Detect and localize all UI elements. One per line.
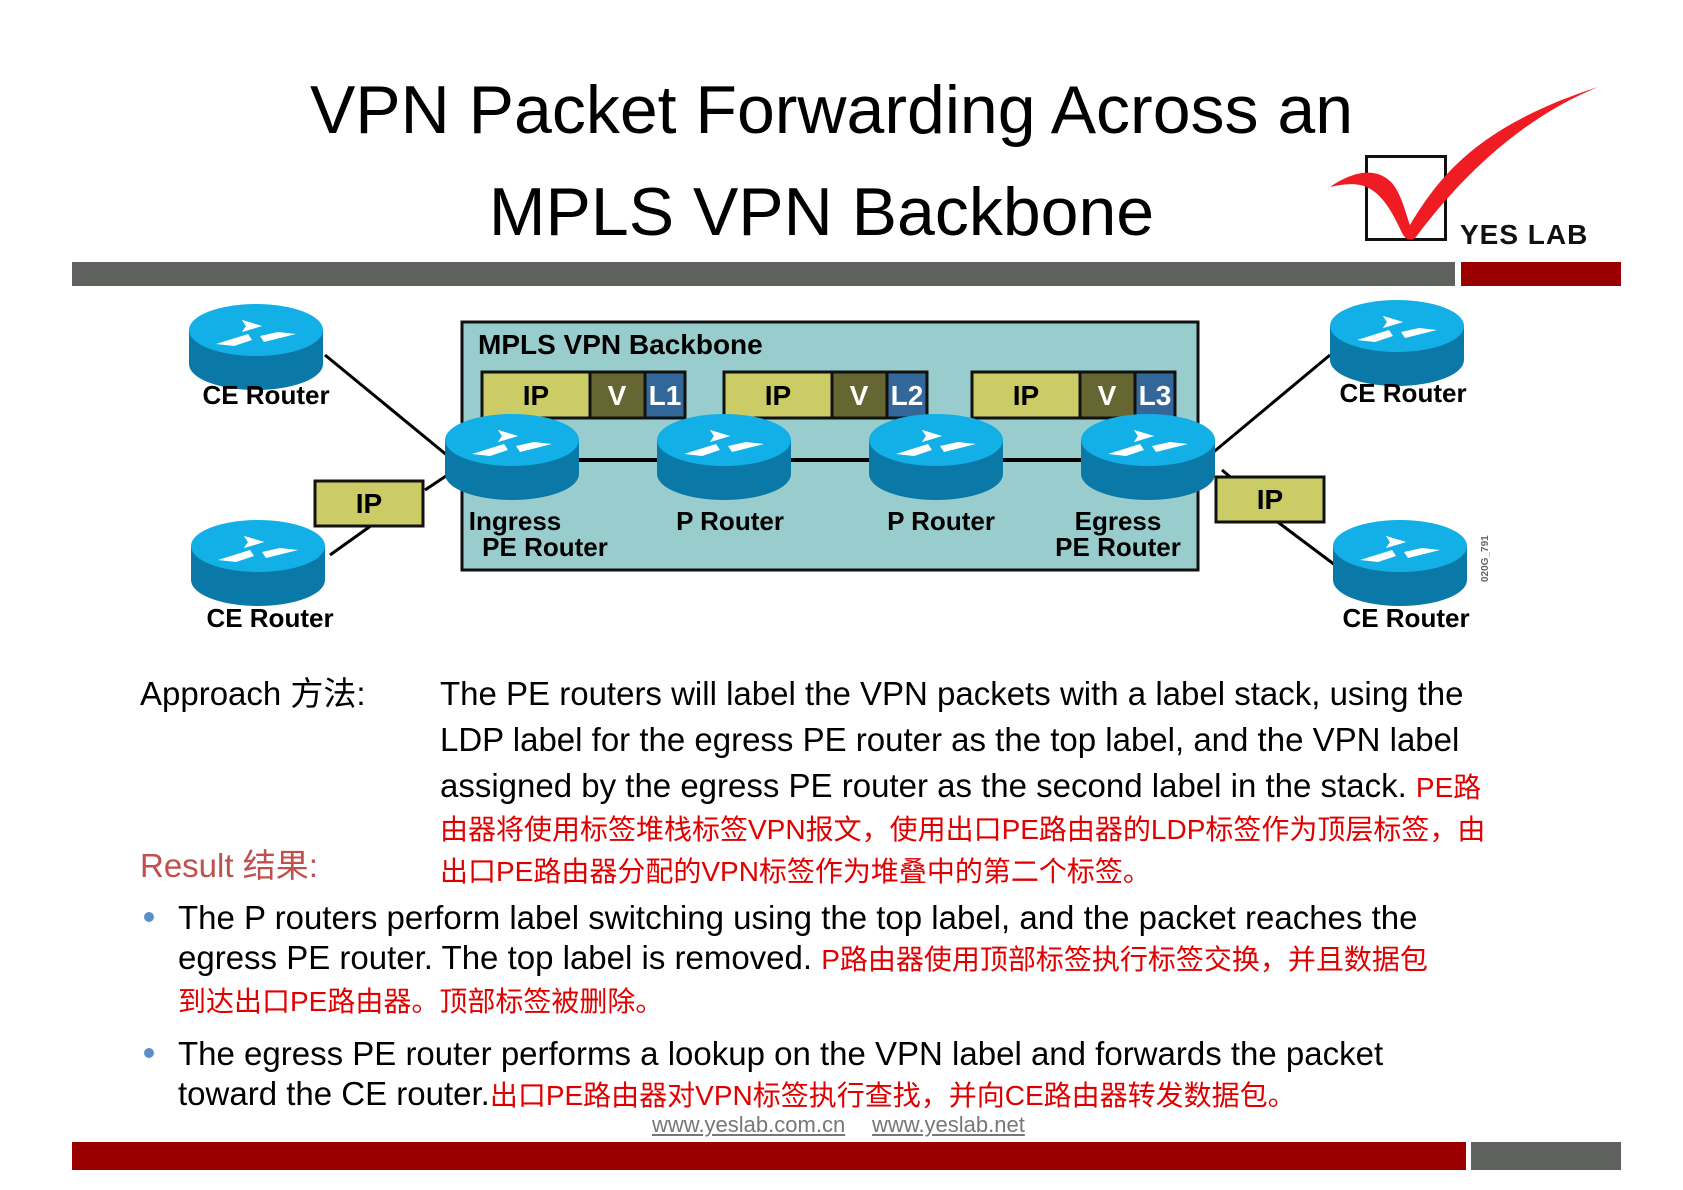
approach-cn-line-2: 出口PE路由器分配的VPN标签作为堆叠中的第二个标签。 (440, 856, 1151, 887)
footer-bar-gray (1471, 1142, 1621, 1170)
mpls-vpn-diagram: MPLS VPN Backbone IP V L1 IP V L2 IP V L… (189, 300, 1491, 633)
egress-label-2: PE Router (1055, 532, 1181, 562)
p-router-1-label: P Router (676, 506, 784, 536)
svg-text:V: V (850, 380, 869, 411)
svg-text:V: V (1098, 380, 1117, 411)
label-stack-3: IP V L3 (970, 370, 1177, 420)
result-label: Result 结果: (140, 847, 318, 884)
svg-text:V: V (608, 380, 627, 411)
svg-text:IP: IP (1257, 484, 1283, 515)
ce-router-top-right-icon (1330, 300, 1464, 386)
svg-text:L2: L2 (891, 380, 924, 411)
label-stack-1: IP V L1 (480, 370, 687, 420)
link-ce-bottom-left (329, 523, 373, 557)
ce-bottom-left-label: CE Router (206, 603, 333, 633)
link-ce-top-right (1209, 353, 1331, 457)
svg-text:L1: L1 (649, 380, 682, 411)
p-router-2-label: P Router (887, 506, 995, 536)
footer-link-yeslab-net[interactable]: www.yeslab.net (872, 1112, 1025, 1138)
result-bullet-1-line-2: egress PE router. The top label is remov… (178, 939, 1428, 976)
backbone-title: MPLS VPN Backbone (478, 329, 763, 360)
ce-router-bottom-right-icon (1333, 520, 1467, 606)
approach-line-3: assigned by the egress PE router as the … (440, 764, 1481, 810)
approach-line-3-text: assigned by the egress PE router as the … (440, 767, 1407, 804)
svg-text:IP: IP (523, 380, 549, 411)
approach-line-2: LDP label for the egress PE router as th… (440, 721, 1460, 758)
egress-pe-router-icon (1081, 414, 1215, 500)
svg-text:IP: IP (1013, 380, 1039, 411)
figure-id: 020G_791 (1480, 535, 1491, 582)
footer-link-yeslab-cn[interactable]: www.yeslab.com.cn (652, 1112, 845, 1138)
label-stack-2: IP V L2 (722, 370, 929, 420)
result-bullet-1-cn-line: 到达出口PE路由器。顶部标签被删除。 (178, 986, 664, 1017)
bullet-icon (144, 912, 154, 922)
p-router-2-icon (869, 414, 1003, 500)
svg-text:IP: IP (765, 380, 791, 411)
ce-bottom-right-label: CE Router (1342, 603, 1469, 633)
ingress-pe-router-icon (445, 414, 579, 500)
bullet-icon (144, 1048, 154, 1058)
ce-top-left-label: CE Router (202, 380, 329, 410)
result-bullet-1-line-1: The P routers perform label switching us… (178, 899, 1418, 936)
link-ce-top-left (324, 353, 466, 472)
svg-text:L3: L3 (1139, 380, 1172, 411)
result-bullet-2-line-1: The egress PE router performs a lookup o… (178, 1035, 1384, 1072)
approach-label: Approach 方法: (140, 675, 366, 712)
approach-cn-tail: PE路 (1415, 772, 1482, 803)
link-ce-bottom-right (1274, 518, 1336, 567)
approach-line-1: The PE routers will label the VPN packet… (440, 675, 1464, 712)
ce-router-top-left-icon (189, 304, 323, 390)
p-router-1-icon (657, 414, 791, 500)
approach-cn-line-1: 由器将使用标签堆栈标签VPN报文，使用出口PE路由器的LDP标签作为顶层标签，由 (440, 814, 1486, 845)
footer-bar-red (72, 1142, 1466, 1170)
ce-top-right-label: CE Router (1339, 378, 1466, 408)
ingress-label-2: PE Router (482, 532, 608, 562)
svg-text:IP: IP (356, 488, 382, 519)
ce-router-bottom-left-icon (191, 520, 325, 606)
